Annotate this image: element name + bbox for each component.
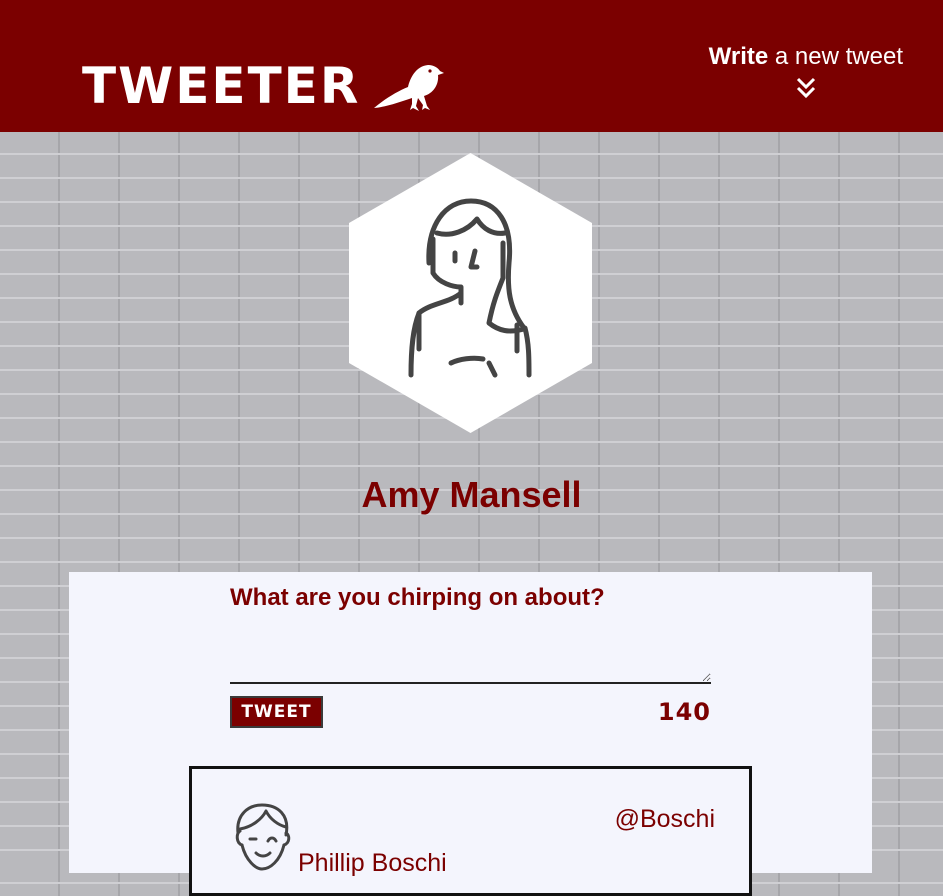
- new-tweet-form: What are you chirping on about? TWEET 14…: [230, 582, 711, 728]
- write-new-tweet-label: Write a new tweet: [709, 42, 903, 72]
- nav-bar: TWEETER Write a new tweet: [0, 0, 943, 132]
- new-tweet-label: What are you chirping on about?: [230, 584, 605, 611]
- main-panel: What are you chirping on about? TWEET 14…: [69, 572, 872, 896]
- tweet-author-name: Phillip Boschi: [298, 849, 447, 877]
- profile-name: Amy Mansell: [361, 474, 582, 515]
- tweet-button[interactable]: TWEET: [230, 696, 323, 728]
- double-chevron-down-icon: [796, 77, 815, 99]
- bird-icon: [374, 65, 445, 111]
- profile-avatar: [349, 153, 592, 433]
- tweet-card: Phillip Boschi @Boschi: [189, 766, 752, 896]
- write-label-strong: Write: [708, 43, 769, 70]
- tweet-actions: TWEET 140: [230, 696, 711, 728]
- brand-logo-text: TWEETER: [82, 57, 361, 115]
- tweet-textarea[interactable]: [230, 622, 711, 684]
- write-label-rest: a new tweet: [768, 43, 903, 70]
- character-counter: 140: [657, 698, 711, 726]
- brand[interactable]: TWEETER: [82, 57, 445, 115]
- tweet-author-handle: @Boschi: [614, 805, 715, 833]
- man-avatar-icon: [235, 803, 291, 871]
- write-new-tweet-toggle[interactable]: Write a new tweet: [709, 42, 903, 100]
